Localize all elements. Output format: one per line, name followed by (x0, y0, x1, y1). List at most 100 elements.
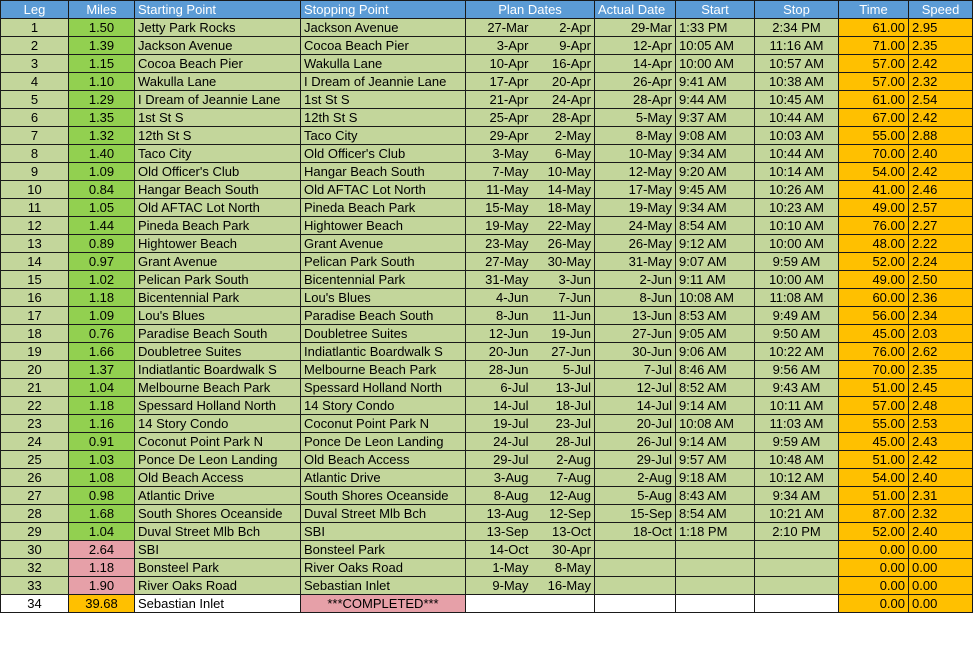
cell-miles[interactable]: 39.68 (68, 594, 135, 613)
cell-leg[interactable]: 33 (0, 576, 69, 595)
cell-stopping-point[interactable]: Lou's Blues (300, 288, 466, 307)
cell-speed[interactable]: 0.00 (908, 558, 973, 577)
cell-time[interactable]: 57.00 (838, 72, 909, 91)
cell-actual-date[interactable]: 18-Oct (594, 522, 676, 541)
header-stopping-point[interactable]: Stopping Point (300, 0, 466, 19)
cell-start-time[interactable] (675, 558, 755, 577)
cell-speed[interactable]: 2.22 (908, 234, 973, 253)
cell-stopping-point[interactable]: Doubletree Suites (300, 324, 466, 343)
cell-miles[interactable]: 0.84 (68, 180, 135, 199)
cell-miles[interactable]: 1.90 (68, 576, 135, 595)
cell-time[interactable]: 76.00 (838, 216, 909, 235)
header-miles[interactable]: Miles (68, 0, 135, 19)
cell-stop-time[interactable]: 9:43 AM (754, 378, 839, 397)
cell-plan-end[interactable]: 28-Apr (531, 108, 595, 127)
cell-actual-date[interactable] (594, 540, 676, 559)
cell-time[interactable]: 49.00 (838, 198, 909, 217)
cell-plan-start[interactable]: 19-Jul (465, 414, 532, 433)
cell-starting-point[interactable]: Bonsteel Park (134, 558, 301, 577)
cell-start-time[interactable]: 8:43 AM (675, 486, 755, 505)
cell-speed[interactable]: 2.32 (908, 72, 973, 91)
cell-actual-date[interactable]: 30-Jun (594, 342, 676, 361)
cell-actual-date[interactable]: 14-Jul (594, 396, 676, 415)
cell-plan-end[interactable]: 2-Aug (531, 450, 595, 469)
cell-actual-date[interactable]: 12-Apr (594, 36, 676, 55)
cell-plan-end[interactable]: 8-May (531, 558, 595, 577)
cell-plan-start[interactable] (465, 594, 532, 613)
cell-actual-date[interactable]: 26-Apr (594, 72, 676, 91)
cell-actual-date[interactable] (594, 558, 676, 577)
cell-leg[interactable]: 7 (0, 126, 69, 145)
cell-stop-time[interactable]: 10:26 AM (754, 180, 839, 199)
cell-time[interactable]: 55.00 (838, 414, 909, 433)
cell-time[interactable]: 70.00 (838, 360, 909, 379)
cell-starting-point[interactable]: Bicentennial Park (134, 288, 301, 307)
cell-starting-point[interactable]: River Oaks Road (134, 576, 301, 595)
cell-stopping-point[interactable]: Wakulla Lane (300, 54, 466, 73)
cell-stop-time[interactable]: 10:10 AM (754, 216, 839, 235)
cell-stopping-point[interactable]: Hightower Beach (300, 216, 466, 235)
cell-time[interactable]: 71.00 (838, 36, 909, 55)
cell-miles[interactable]: 1.50 (68, 18, 135, 37)
cell-start-time[interactable]: 9:14 AM (675, 432, 755, 451)
cell-speed[interactable]: 2.42 (908, 108, 973, 127)
cell-speed[interactable]: 2.24 (908, 252, 973, 271)
cell-actual-date[interactable]: 19-May (594, 198, 676, 217)
cell-time[interactable]: 0.00 (838, 540, 909, 559)
cell-time[interactable]: 54.00 (838, 162, 909, 181)
cell-plan-start[interactable]: 13-Sep (465, 522, 532, 541)
header-plan-dates[interactable]: Plan Dates (465, 0, 595, 19)
cell-actual-date[interactable]: 8-May (594, 126, 676, 145)
cell-plan-start[interactable]: 6-Jul (465, 378, 532, 397)
header-stop[interactable]: Stop (754, 0, 839, 19)
cell-miles[interactable]: 1.03 (68, 450, 135, 469)
cell-plan-start[interactable]: 1-May (465, 558, 532, 577)
cell-actual-date[interactable]: 20-Jul (594, 414, 676, 433)
cell-plan-end[interactable]: 14-May (531, 180, 595, 199)
cell-miles[interactable]: 1.32 (68, 126, 135, 145)
cell-time[interactable]: 76.00 (838, 342, 909, 361)
cell-start-time[interactable]: 9:18 AM (675, 468, 755, 487)
cell-plan-end[interactable]: 7-Aug (531, 468, 595, 487)
cell-plan-start[interactable]: 7-May (465, 162, 532, 181)
cell-start-time[interactable]: 9:34 AM (675, 144, 755, 163)
cell-stopping-point[interactable]: Coconut Point Park N (300, 414, 466, 433)
cell-plan-end[interactable]: 30-May (531, 252, 595, 271)
cell-stopping-point[interactable]: 12th St S (300, 108, 466, 127)
cell-leg[interactable]: 12 (0, 216, 69, 235)
cell-stopping-point[interactable]: South Shores Oceanside (300, 486, 466, 505)
cell-stop-time[interactable]: 10:48 AM (754, 450, 839, 469)
cell-actual-date[interactable]: 31-May (594, 252, 676, 271)
cell-start-time[interactable]: 9:06 AM (675, 342, 755, 361)
cell-plan-end[interactable]: 22-May (531, 216, 595, 235)
cell-miles[interactable]: 1.04 (68, 378, 135, 397)
cell-starting-point[interactable]: Indiatlantic Boardwalk S (134, 360, 301, 379)
cell-starting-point[interactable]: Jetty Park Rocks (134, 18, 301, 37)
cell-leg[interactable]: 32 (0, 558, 69, 577)
cell-starting-point[interactable]: Ponce De Leon Landing (134, 450, 301, 469)
cell-stop-time[interactable]: 10:14 AM (754, 162, 839, 181)
cell-time[interactable]: 54.00 (838, 468, 909, 487)
cell-leg[interactable]: 8 (0, 144, 69, 163)
cell-stop-time[interactable]: 2:34 PM (754, 18, 839, 37)
cell-time[interactable]: 51.00 (838, 450, 909, 469)
cell-start-time[interactable]: 10:08 AM (675, 414, 755, 433)
cell-stopping-point[interactable]: ***COMPLETED*** (300, 594, 466, 613)
cell-leg[interactable]: 16 (0, 288, 69, 307)
cell-actual-date[interactable]: 27-Jun (594, 324, 676, 343)
cell-plan-end[interactable]: 18-May (531, 198, 595, 217)
cell-stop-time[interactable]: 10:45 AM (754, 90, 839, 109)
cell-start-time[interactable]: 9:34 AM (675, 198, 755, 217)
cell-plan-end[interactable]: 13-Oct (531, 522, 595, 541)
cell-plan-end[interactable]: 2-Apr (531, 18, 595, 37)
cell-plan-start[interactable]: 24-Jul (465, 432, 532, 451)
cell-leg[interactable]: 5 (0, 90, 69, 109)
cell-time[interactable]: 0.00 (838, 576, 909, 595)
cell-stopping-point[interactable]: Cocoa Beach Pier (300, 36, 466, 55)
cell-plan-end[interactable]: 5-Jul (531, 360, 595, 379)
cell-speed[interactable]: 2.36 (908, 288, 973, 307)
cell-miles[interactable]: 1.44 (68, 216, 135, 235)
cell-actual-date[interactable]: 15-Sep (594, 504, 676, 523)
cell-start-time[interactable]: 8:46 AM (675, 360, 755, 379)
cell-leg[interactable]: 2 (0, 36, 69, 55)
